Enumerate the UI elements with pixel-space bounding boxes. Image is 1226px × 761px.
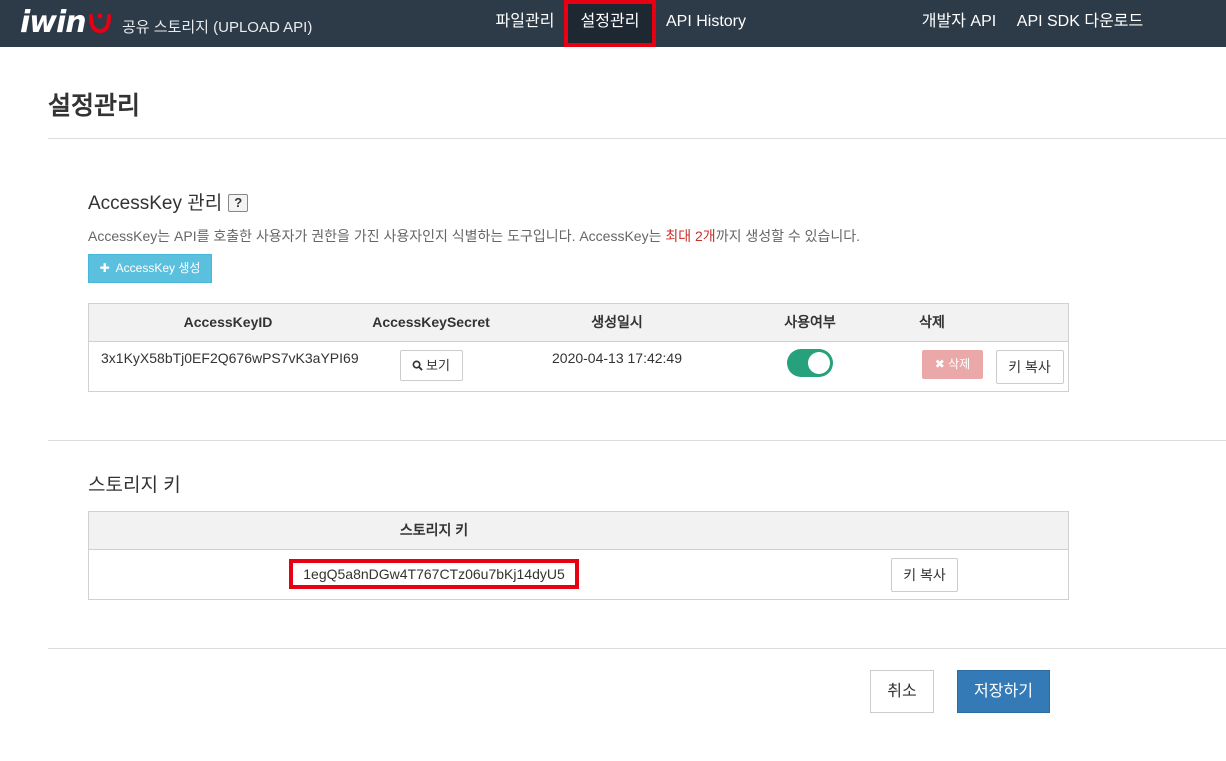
accesskey-id-cell: 3x1KyX58bTj0EF2Q676wPS7vK3aYPI69	[101, 349, 359, 366]
nav-sdk-download[interactable]: API SDK 다운로드	[1008, 0, 1152, 47]
top-navbar: iwin 공유 스토리지 (UPLOAD API) 파일관리 설정관리 API …	[0, 0, 1226, 47]
col-delete: 삭제	[881, 304, 983, 342]
search-icon	[412, 360, 423, 371]
storage-key-cell: 1egQ5a8nDGw4T767CTz06u7bKj14dyU5	[89, 549, 779, 599]
enabled-cell	[739, 341, 881, 391]
nav-settings[interactable]: 설정관리	[564, 0, 656, 47]
col-created: 생성일시	[495, 304, 739, 342]
page-title: 설정관리	[48, 92, 141, 120]
nav-developer-api[interactable]: 개발자 API	[912, 0, 1006, 47]
divider	[48, 138, 1226, 139]
nav-files[interactable]: 파일관리	[486, 0, 564, 47]
copy-cell: 키 복사	[983, 341, 1068, 391]
col-accesskey-secret: AccessKeySecret	[367, 304, 495, 342]
accesskey-table: AccessKeyID AccessKeySecret 생성일시 사용여부 삭제…	[88, 303, 1069, 392]
smile-icon	[88, 13, 111, 34]
delete-cell: ✖ 삭제	[881, 341, 983, 391]
help-icon[interactable]: ?	[228, 194, 249, 212]
create-accesskey-label: AccessKey 생성	[115, 261, 201, 275]
storage-table: 스토리지 키 1egQ5a8nDGw4T767CTz06u7bKj14dyU5 …	[88, 511, 1069, 600]
desc-text-1: AccessKey는 API를 호출한 사용자가 권한을 가진 사용자인지 식별…	[88, 228, 666, 244]
table-row: 1egQ5a8nDGw4T767CTz06u7bKj14dyU5 키 복사	[89, 549, 1068, 599]
col-enabled: 사용여부	[739, 304, 881, 342]
desc-text-2: 까지 생성할 수 있습니다.	[715, 228, 861, 244]
toggle-knob	[808, 351, 830, 374]
create-accesskey-button[interactable]: ✚ AccessKey 생성	[88, 254, 212, 283]
col-accesskey-id: AccessKeyID	[89, 304, 367, 342]
logo[interactable]: iwin	[20, 6, 112, 40]
accesskey-description: AccessKey는 API를 호출한 사용자가 권한을 가진 사용자인지 식별…	[88, 226, 860, 246]
accesskey-section-title: AccessKey 관리?	[88, 188, 249, 215]
enabled-toggle[interactable]	[787, 348, 833, 377]
view-secret-button[interactable]: 보기	[399, 349, 463, 381]
col-empty	[983, 304, 1068, 342]
accesskey-title-text: AccessKey 관리	[88, 193, 223, 214]
view-secret-label: 보기	[426, 357, 450, 373]
col-empty	[779, 512, 1068, 550]
secret-cell: 보기	[367, 341, 495, 391]
save-button[interactable]: 저장하기	[957, 670, 1050, 713]
copy-accesskey-button[interactable]: 키 복사	[995, 349, 1064, 384]
storage-key-value: 1egQ5a8nDGw4T767CTz06u7bKj14dyU5	[289, 559, 579, 590]
accesskey-table-header: AccessKeyID AccessKeySecret 생성일시 사용여부 삭제	[89, 304, 1068, 342]
storage-table-header: 스토리지 키	[89, 512, 1068, 550]
created-cell: 2020-04-13 17:42:49	[552, 349, 682, 366]
nav-api-history[interactable]: API History	[656, 0, 756, 47]
desc-highlight: 최대 2개	[665, 228, 716, 244]
table-row: 3x1KyX58bTj0EF2Q676wPS7vK3aYPI69 보기 2020…	[89, 341, 1068, 391]
x-icon: ✖	[934, 356, 949, 371]
delete-label: 삭제	[948, 356, 971, 371]
copy-storage-key-button[interactable]: 키 복사	[891, 557, 958, 592]
storage-section-title: 스토리지 키	[88, 475, 181, 496]
delete-button[interactable]: ✖ 삭제	[922, 349, 983, 379]
divider	[48, 648, 1226, 649]
plus-icon: ✚	[99, 261, 110, 275]
cancel-button[interactable]: 취소	[870, 670, 934, 713]
logo-text: iwin	[20, 5, 87, 40]
app-title: 공유 스토리지 (UPLOAD API)	[122, 19, 313, 36]
col-storage-key: 스토리지 키	[89, 512, 779, 550]
storage-copy-cell: 키 복사	[779, 549, 1068, 599]
divider	[48, 440, 1226, 441]
